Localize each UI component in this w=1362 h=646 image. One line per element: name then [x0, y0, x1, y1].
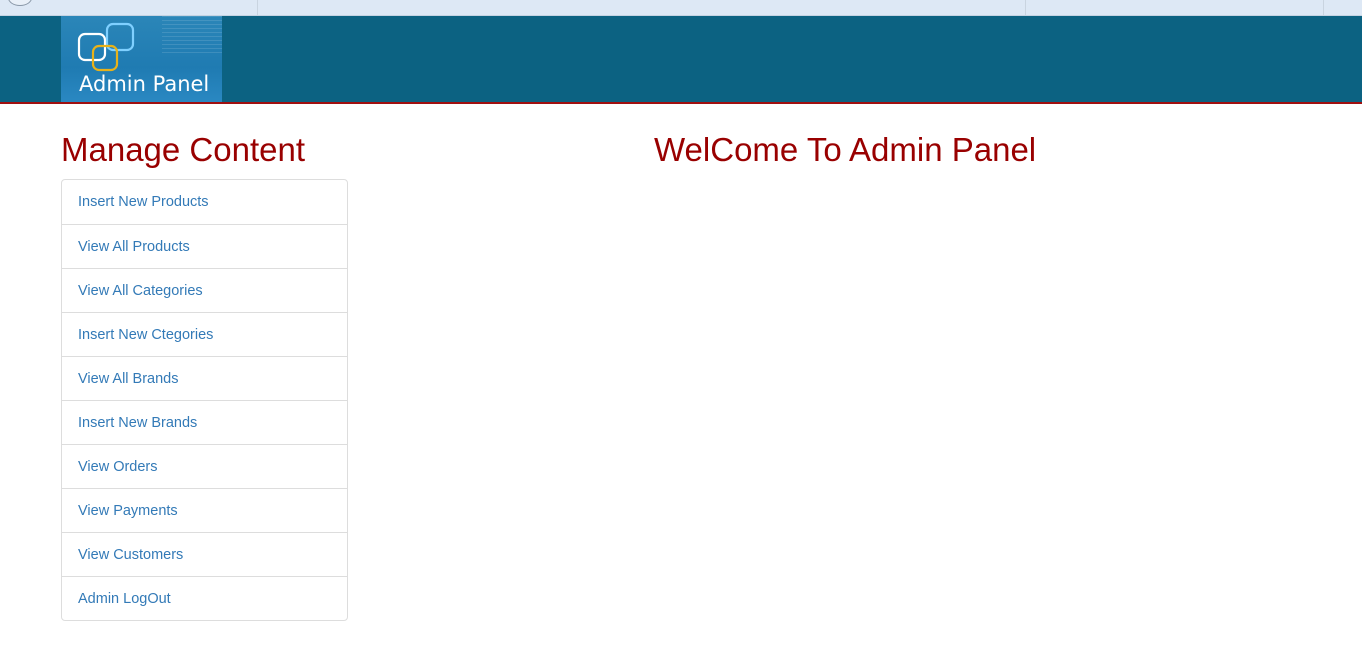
site-header: Admin Panel — [0, 16, 1362, 104]
list-item: Insert New Products — [62, 180, 347, 224]
browser-divider — [257, 0, 258, 15]
menu-link-view-all-categories[interactable]: View All Categories — [62, 269, 347, 313]
page-title: WelCome To Admin Panel — [654, 131, 1037, 168]
list-item: View Customers — [62, 532, 347, 576]
list-item: View Payments — [62, 488, 347, 532]
manage-content-title: Manage Content — [61, 131, 306, 168]
menu-link-insert-new-brands[interactable]: Insert New Brands — [62, 401, 347, 445]
admin-menu: Insert New Products View All Products Vi… — [61, 179, 348, 621]
menu-link-insert-new-categories[interactable]: Insert New Ctegories — [62, 313, 347, 357]
list-item: Admin LogOut — [62, 576, 347, 620]
logo-text: Admin Panel — [79, 72, 210, 96]
list-item: View Orders — [62, 444, 347, 488]
browser-button-icon[interactable] — [8, 0, 32, 6]
browser-divider — [1323, 0, 1324, 15]
browser-chrome-strip — [0, 0, 1362, 16]
menu-link-view-all-brands[interactable]: View All Brands — [62, 357, 347, 401]
list-item: View All Brands — [62, 356, 347, 400]
list-item: View All Products — [62, 224, 347, 268]
menu-link-view-customers[interactable]: View Customers — [62, 533, 347, 577]
menu-link-view-payments[interactable]: View Payments — [62, 489, 347, 533]
logo-stripes — [162, 16, 222, 56]
admin-panel-logo[interactable]: Admin Panel — [61, 16, 222, 102]
overlapping-squares-icon — [77, 22, 135, 72]
browser-divider — [1025, 0, 1026, 15]
list-item: Insert New Ctegories — [62, 312, 347, 356]
list-item: Insert New Brands — [62, 400, 347, 444]
menu-link-admin-logout[interactable]: Admin LogOut — [62, 577, 347, 621]
menu-link-view-all-products[interactable]: View All Products — [62, 225, 347, 269]
list-item: View All Categories — [62, 268, 347, 312]
menu-link-insert-new-products[interactable]: Insert New Products — [62, 180, 347, 224]
menu-link-view-orders[interactable]: View Orders — [62, 445, 347, 489]
